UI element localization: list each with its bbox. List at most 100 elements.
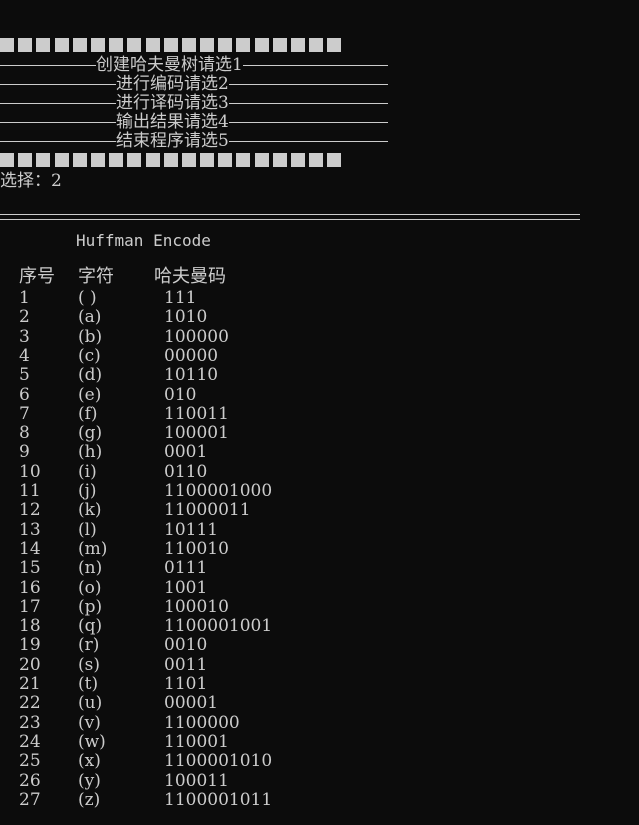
row-code: 100010	[164, 596, 229, 617]
menu-item-label: 进行译码请选3	[116, 93, 229, 113]
header-code: 哈夫曼码	[154, 266, 226, 287]
menu-item-label: 进行编码请选2	[116, 74, 229, 94]
menu-border-block	[291, 38, 305, 52]
menu-border-block	[200, 153, 215, 167]
row-code: 0001	[164, 442, 208, 463]
menu-border-block	[145, 38, 160, 52]
table-row: 15 (n) 0111	[0, 559, 639, 578]
table-row: 18 (q) 1100001001	[0, 617, 639, 636]
row-index: 5	[19, 365, 30, 386]
row-index: 22	[19, 693, 41, 714]
menu-border-bottom	[0, 153, 342, 167]
row-index: 1	[19, 288, 30, 308]
menu-border-block	[163, 38, 178, 52]
menu-border-block	[272, 38, 287, 52]
menu-border-block	[163, 153, 178, 167]
table-row: 25 (x) 1100001010	[0, 752, 639, 771]
row-code: 1100000	[164, 712, 240, 733]
row-char: (z)	[78, 789, 101, 810]
row-code: 11000011	[164, 500, 251, 521]
table-row: 11 (j) 1100001000	[0, 482, 639, 501]
menu-border-block	[36, 153, 51, 167]
row-code: 1001	[164, 577, 208, 598]
row-index: 2	[19, 307, 30, 328]
table-row: 14 (m) 110010	[0, 538, 639, 559]
row-char: ( )	[78, 288, 97, 308]
row-code: 0010	[164, 635, 208, 656]
menu-border-block	[218, 38, 233, 52]
menu-border-block	[200, 38, 215, 52]
table-row: 8 (g) 100001	[0, 424, 639, 443]
row-char: (b)	[78, 326, 103, 347]
row-index: 11	[19, 481, 41, 501]
row-char: (i)	[78, 461, 97, 482]
separator-rule	[0, 214, 580, 220]
row-char: (t)	[78, 674, 99, 694]
row-char: (j)	[78, 481, 97, 501]
selection-prompt: 选择：2	[0, 171, 62, 191]
row-index: 16	[19, 577, 41, 598]
menu-border-block	[18, 153, 33, 167]
row-char: (a)	[78, 307, 102, 328]
table-row: 9 (h) 0001	[0, 443, 639, 462]
row-index: 20	[19, 654, 41, 675]
menu-border-block	[254, 153, 269, 167]
row-code: 111	[164, 288, 197, 308]
row-code: 10110	[164, 365, 219, 386]
menu-border-block	[327, 38, 342, 52]
row-index: 10	[19, 461, 41, 482]
menu-border-block	[181, 153, 196, 167]
menu-border-block	[0, 153, 14, 167]
table-row: 19 (r) 0010	[0, 636, 639, 655]
menu-border-block	[218, 153, 233, 167]
menu-border-block	[181, 38, 196, 52]
row-index: 26	[19, 770, 41, 791]
row-index: 12	[19, 500, 41, 521]
row-char: (n)	[78, 558, 103, 579]
menu-border-block	[54, 38, 69, 52]
table-row: 23 (v) 1100000	[0, 712, 639, 733]
row-char: (l)	[78, 519, 97, 540]
row-code: 100001	[164, 423, 229, 444]
row-char: (s)	[78, 654, 100, 675]
menu-border-block	[90, 153, 105, 167]
table-row: 21 (t) 1101	[0, 675, 639, 694]
table-row: 7 (f) 110011	[0, 403, 639, 424]
row-index: 25	[19, 751, 41, 772]
row-index: 27	[19, 789, 41, 810]
menu-border-block	[72, 153, 87, 167]
table-row: 12 (k) 11000011	[0, 501, 639, 520]
menu-border-block	[127, 153, 142, 167]
table-row: 6 (e) 010	[0, 384, 639, 405]
menu-border-block	[291, 153, 305, 167]
row-char: (g)	[78, 423, 103, 444]
row-code: 0111	[164, 558, 208, 579]
row-index: 13	[19, 519, 41, 540]
table-row: 24 (w) 110001	[0, 731, 639, 752]
menu-item-encode: 进行编码请选2	[0, 75, 388, 94]
console-window[interactable]: 创建哈夫曼树请选1 进行编码请选2 进行译码请选3 输出结果请选4 结束程序请选…	[0, 0, 639, 825]
menu-border-block	[54, 153, 69, 167]
row-index: 4	[19, 345, 30, 366]
table-row: 17 (p) 100010	[0, 596, 639, 617]
menu-border-block	[109, 38, 124, 52]
table-row: 26 (y) 100011	[0, 770, 639, 791]
table-row: 13 (l) 10111	[0, 519, 639, 540]
table-row: 27 (z) 1100001011	[0, 789, 639, 810]
row-char: (f)	[78, 403, 98, 424]
row-index: 3	[19, 326, 30, 347]
row-code: 1010	[164, 307, 208, 328]
row-char: (v)	[78, 712, 101, 733]
row-code: 010	[164, 384, 197, 405]
row-index: 7	[19, 403, 30, 424]
menu-border-block	[145, 153, 160, 167]
menu-item-label: 结束程序请选5	[116, 131, 229, 151]
row-char: (x)	[78, 751, 101, 772]
row-code: 10111	[164, 519, 219, 540]
row-index: 19	[19, 635, 41, 656]
row-char: (p)	[78, 596, 103, 617]
row-code: 110010	[164, 538, 229, 559]
row-index: 15	[19, 558, 41, 579]
row-code: 110001	[164, 731, 229, 752]
menu-item-output: 输出结果请选4	[0, 113, 388, 132]
